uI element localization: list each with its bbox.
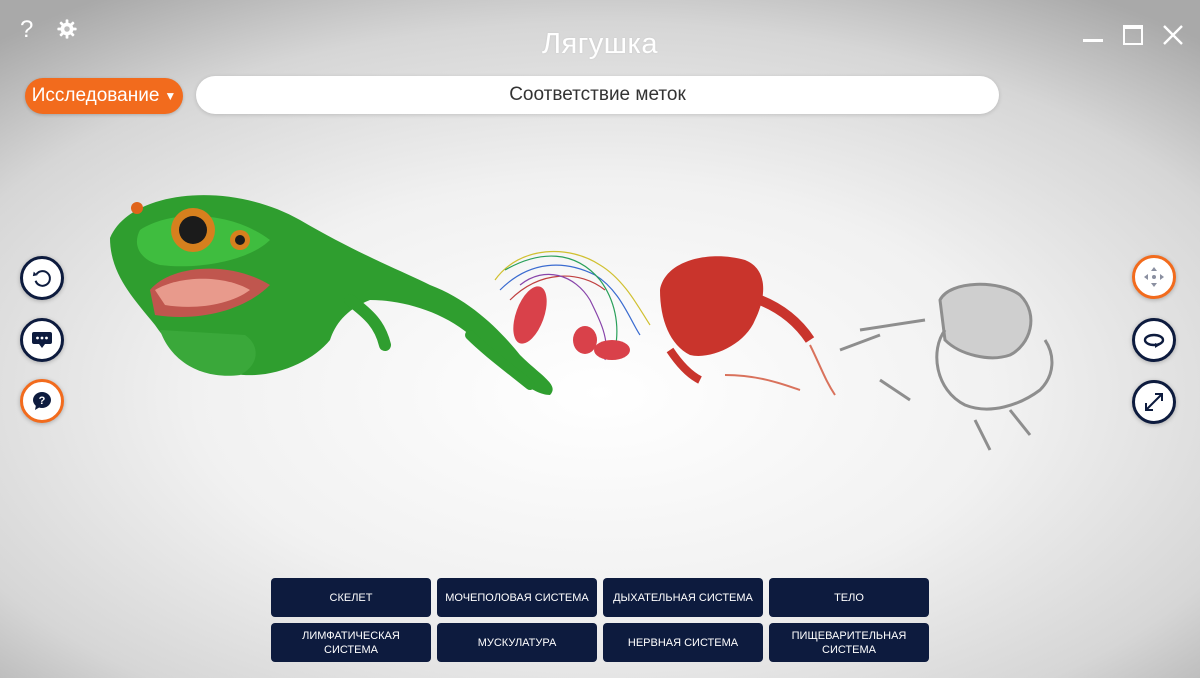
skeleton-model[interactable]	[839, 282, 1054, 451]
minimize-icon[interactable]	[1080, 22, 1106, 48]
labels-toggle-button[interactable]	[20, 318, 64, 362]
system-button-label: Скелет	[329, 591, 373, 604]
nervous-system-model[interactable]	[494, 250, 651, 361]
system-button-digestive[interactable]: Пищеварительная система	[769, 623, 929, 662]
page-title: Лягушка	[541, 28, 659, 60]
caret-down-icon: ▼	[164, 89, 177, 103]
system-button-muscles[interactable]: Мускулатура	[437, 623, 597, 662]
quiz-button[interactable]: ?	[20, 379, 64, 423]
systems-grid: Скелет Мочеполовая система Дыхательная с…	[271, 578, 929, 662]
system-button-label: Дыхательная система	[613, 591, 753, 604]
system-button-urogenital[interactable]: Мочеполовая система	[437, 578, 597, 617]
system-button-skeleton[interactable]: Скелет	[271, 578, 431, 617]
system-button-label: Пищеварительная система	[791, 629, 907, 656]
move-mode-button[interactable]	[1132, 255, 1176, 299]
system-button-label: Мускулатура	[477, 636, 557, 649]
label-matching-bar[interactable]: Соответствие меток	[196, 76, 999, 114]
system-button-label: Нервная система	[627, 636, 739, 649]
fullscreen-button[interactable]	[1132, 380, 1176, 424]
system-button-label: Лимфатическая система	[302, 629, 400, 656]
mode-dropdown-label: Исследование	[31, 85, 160, 106]
svg-text:?: ?	[39, 395, 46, 407]
label-matching-text: Соответствие меток	[509, 84, 686, 105]
reset-view-icon	[32, 270, 51, 287]
system-button-body[interactable]: Тело	[769, 578, 929, 617]
close-icon[interactable]	[1160, 22, 1186, 48]
frog-3d-viewport[interactable]	[0, 150, 1200, 480]
rotate-icon	[1143, 333, 1165, 348]
system-button-label: Мочеполовая система	[445, 591, 589, 604]
move-arrows-icon	[1144, 267, 1164, 287]
muscle-model[interactable]	[660, 256, 836, 396]
system-button-respiratory[interactable]: Дыхательная система	[603, 578, 763, 617]
frog-body-model[interactable]	[110, 195, 553, 395]
maximize-icon[interactable]	[1120, 22, 1146, 48]
system-button-lymphatic[interactable]: Лимфатическая система	[271, 623, 431, 662]
chat-bubble-icon	[32, 332, 52, 348]
system-button-nervous[interactable]: Нервная система	[603, 623, 763, 662]
system-button-label: Тело	[834, 591, 864, 604]
reset-view-button[interactable]	[20, 256, 64, 300]
expand-icon	[1145, 393, 1163, 411]
mode-dropdown[interactable]: Исследование ▼	[25, 78, 183, 114]
question-bubble-icon: ?	[33, 392, 51, 410]
rotate-mode-button[interactable]	[1132, 318, 1176, 362]
